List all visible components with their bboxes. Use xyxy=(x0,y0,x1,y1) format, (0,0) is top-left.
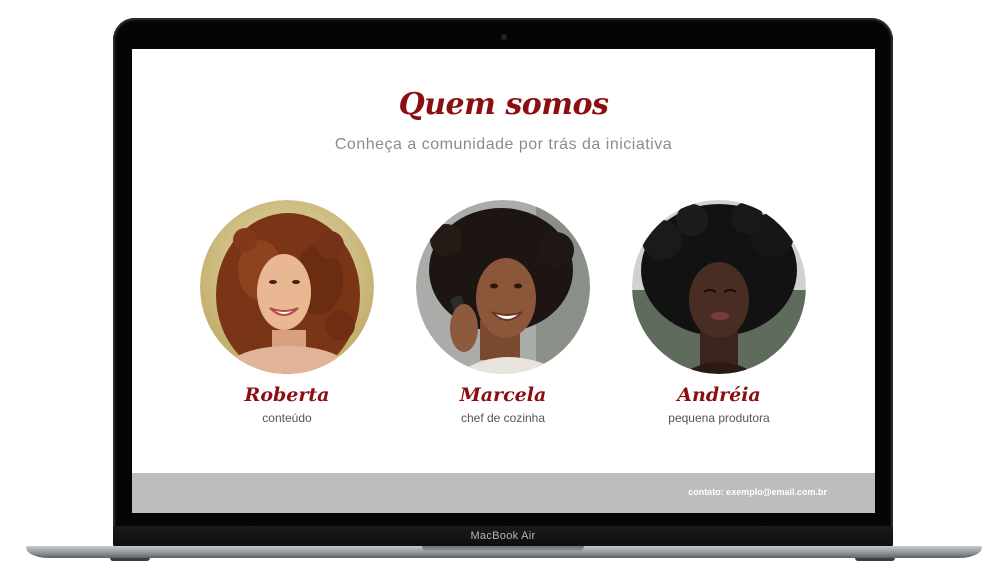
page-subtitle: Conheça a comunidade por trás da iniciat… xyxy=(334,136,673,153)
browser-screen: Quem somos Conheça a comunidade por trás… xyxy=(132,49,875,513)
webcam-icon xyxy=(501,34,507,40)
member-role: pequena produtora xyxy=(668,411,770,425)
contact-email-link[interactable]: contato: exemplo@email.com.br xyxy=(688,487,827,497)
laptop-hinge: MacBook Air xyxy=(113,526,893,548)
member-name: Roberta xyxy=(244,384,330,406)
avatar xyxy=(200,200,374,374)
laptop-foot xyxy=(855,558,895,561)
team-member-card: Andréia pequena produtora xyxy=(632,200,806,426)
member-role: chef de cozinha xyxy=(460,411,546,425)
device-model-label: MacBook Air xyxy=(470,530,536,542)
laptop-notch xyxy=(422,546,584,552)
team-member-card: Marcela chef de cozinha xyxy=(416,200,590,426)
avatar xyxy=(416,200,590,374)
member-name: Andréia xyxy=(677,384,761,406)
member-role: conteúdo xyxy=(262,411,312,425)
page-title: Quem somos xyxy=(398,87,609,122)
avatar xyxy=(632,200,806,374)
laptop-foot xyxy=(110,558,150,561)
member-name: Marcela xyxy=(459,384,547,406)
site-footer: contato: exemplo@email.com.br xyxy=(132,473,875,513)
team-member-card: Roberta conteúdo xyxy=(200,200,374,426)
